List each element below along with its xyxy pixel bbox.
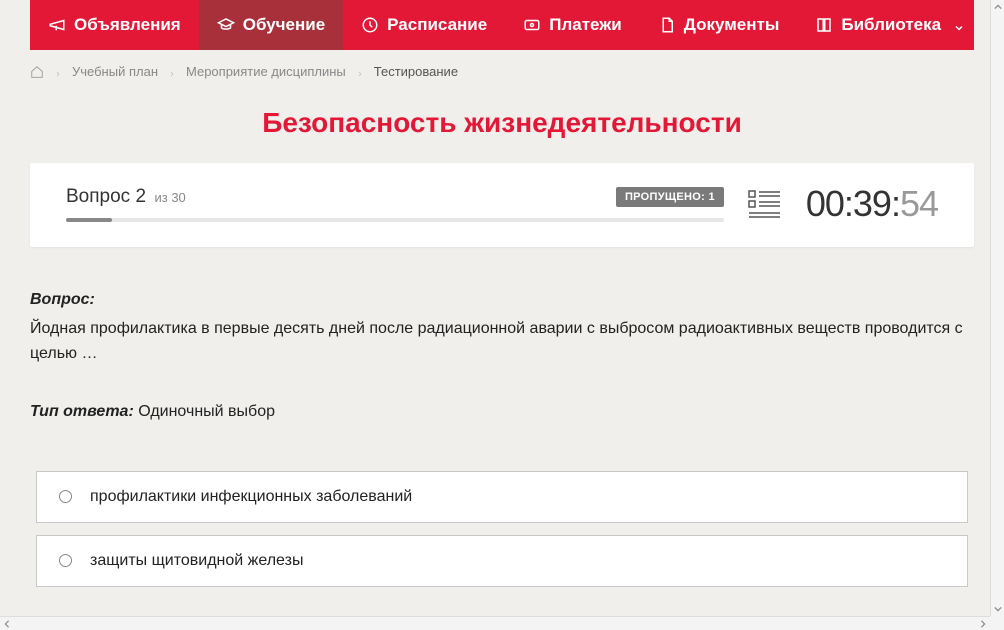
page-title: Безопасность жизнедеятельности <box>30 107 974 139</box>
skipped-badge: ПРОПУЩЕНО: 1 <box>616 187 724 207</box>
nav-item-documents[interactable]: Документы <box>640 0 798 50</box>
scroll-right-arrow[interactable] <box>976 617 990 630</box>
question-text: Йодная профилактика в первые десять дней… <box>30 317 974 367</box>
question-list-button[interactable] <box>748 189 782 219</box>
question-number-label: Вопрос 2 <box>66 186 146 207</box>
nav-label: Документы <box>684 15 780 35</box>
scroll-up-arrow[interactable] <box>991 0 1004 14</box>
timer: 00:39:54 <box>806 183 938 225</box>
question-total-label: из 30 <box>154 190 185 205</box>
nav-item-schedule[interactable]: Расписание <box>343 0 505 50</box>
chevron-right-icon <box>168 66 176 78</box>
answer-type-value: Одиночный выбор <box>134 403 275 420</box>
breadcrumb-item-current: Тестирование <box>374 64 458 79</box>
answer-type-row: Тип ответа: Одиночный выбор <box>30 403 974 421</box>
progress-fill <box>66 218 112 222</box>
question-area: Вопрос: Йодная профилактика в первые дес… <box>30 247 974 607</box>
nav-label: Обучение <box>243 15 325 35</box>
nav-item-learning[interactable]: Обучение <box>199 0 343 50</box>
answer-option[interactable]: профилактики инфекционных заболеваний <box>36 471 968 523</box>
option-text: защиты щитовидной железы <box>90 552 303 570</box>
answer-options: профилактики инфекционных заболеваний за… <box>30 471 974 587</box>
nav-label: Библиотека <box>841 15 941 35</box>
nav-label: Платежи <box>549 15 622 35</box>
option-text: профилактики инфекционных заболеваний <box>90 488 412 506</box>
question-heading: Вопрос: <box>30 291 974 309</box>
breadcrumb-item-event[interactable]: Мероприятие дисциплины <box>186 64 346 79</box>
main-nav: Объявления Обучение Расписание Платежи Д… <box>30 0 974 50</box>
radio-icon <box>59 490 72 503</box>
clock-icon <box>361 16 379 34</box>
nav-label: Расписание <box>387 15 487 35</box>
breadcrumb-item-plan[interactable]: Учебный план <box>72 64 158 79</box>
nav-item-payments[interactable]: Платежи <box>505 0 640 50</box>
megaphone-icon <box>48 16 66 34</box>
breadcrumb: Учебный план Мероприятие дисциплины Тест… <box>30 50 974 93</box>
answer-option[interactable]: защиты щитовидной железы <box>36 535 968 587</box>
document-icon <box>658 16 676 34</box>
progress-bar <box>66 218 724 222</box>
scroll-corner <box>990 616 1004 630</box>
chevron-down-icon <box>953 19 965 31</box>
home-icon[interactable] <box>30 65 44 79</box>
scroll-down-arrow[interactable] <box>991 602 1004 616</box>
status-card: Вопрос 2 из 30 ПРОПУЩЕНО: 1 00: <box>30 163 974 247</box>
timer-main: 00:39: <box>806 183 900 224</box>
nav-item-announcements[interactable]: Объявления <box>30 0 199 50</box>
nav-label: Объявления <box>74 15 181 35</box>
vertical-scrollbar[interactable] <box>990 0 1004 616</box>
payment-icon <box>523 16 541 34</box>
nav-item-library[interactable]: Библиотека <box>797 0 983 50</box>
book-icon <box>815 16 833 34</box>
status-progress-section: Вопрос 2 из 30 ПРОПУЩЕНО: 1 <box>66 186 724 222</box>
chevron-right-icon <box>54 66 62 78</box>
timer-seconds: 54 <box>900 183 938 224</box>
scroll-left-arrow[interactable] <box>0 617 14 630</box>
chevron-right-icon <box>356 66 364 78</box>
radio-icon <box>59 554 72 567</box>
graduation-icon <box>217 16 235 34</box>
answer-type-label: Тип ответа: <box>30 403 134 420</box>
horizontal-scrollbar[interactable] <box>0 616 990 630</box>
